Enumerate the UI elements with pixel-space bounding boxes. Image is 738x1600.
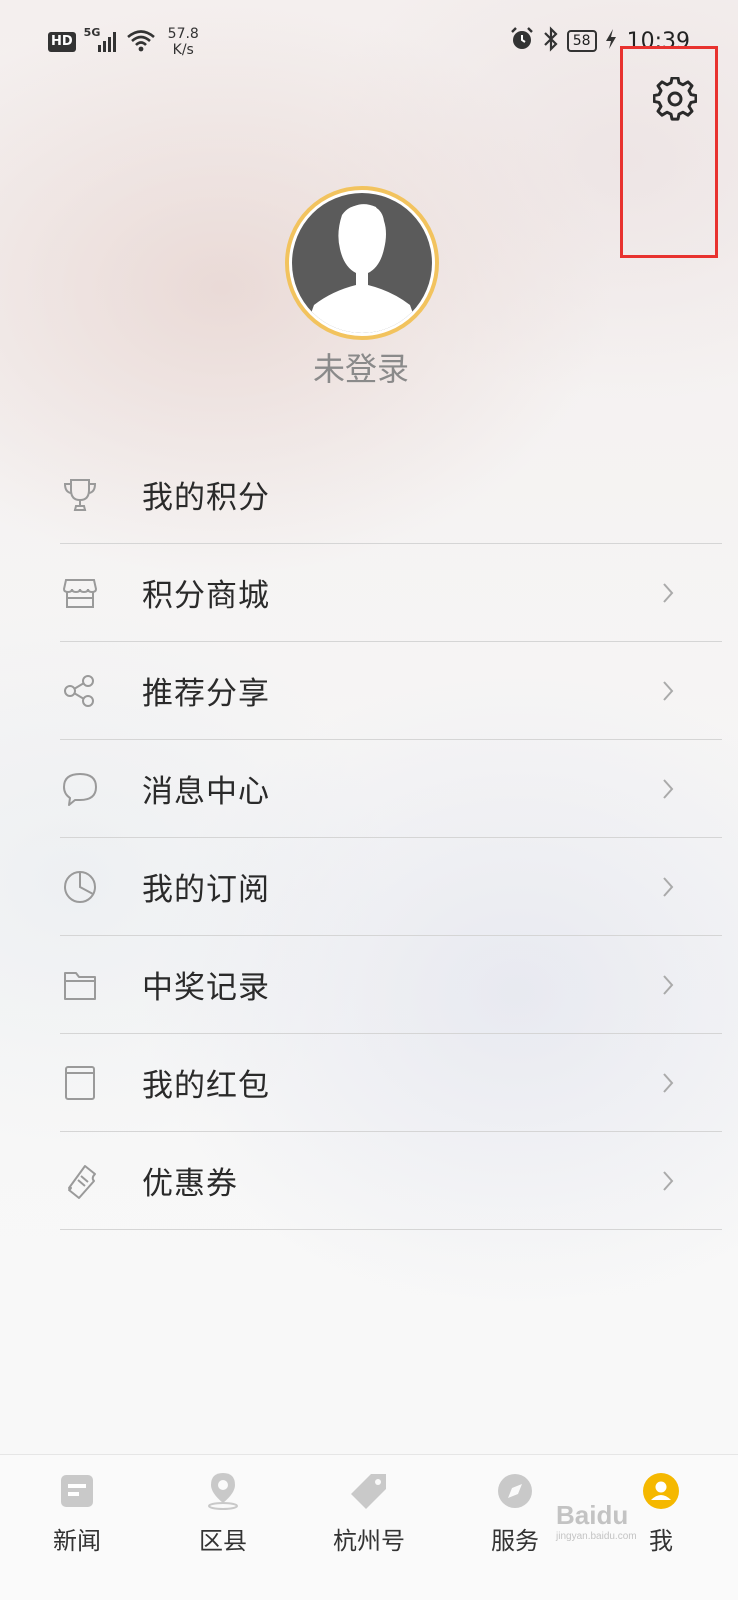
user-icon: [641, 1471, 681, 1511]
chevron-right-icon: [656, 973, 680, 997]
pie-chart-icon: [60, 867, 100, 907]
default-avatar-icon: [292, 193, 432, 333]
menu-item-points-mall[interactable]: 积分商城: [60, 544, 722, 642]
bottom-tab-bar: 新闻 区县 杭州号 服务 我: [0, 1454, 738, 1600]
tab-label: 杭州号: [333, 1527, 405, 1555]
menu-item-label: 我的订阅: [142, 872, 270, 908]
menu-item-coupons[interactable]: 优惠券: [60, 1132, 722, 1230]
menu-item-red-envelope[interactable]: 我的红包: [60, 1034, 722, 1132]
chevron-right-icon: [656, 777, 680, 801]
share-icon: [60, 671, 100, 711]
tab-label: 新闻: [53, 1527, 101, 1555]
menu-item-messages[interactable]: 消息中心: [60, 740, 722, 838]
tab-label: 区县: [199, 1527, 247, 1555]
bluetooth-icon: [543, 26, 559, 56]
hd-badge: HD: [48, 32, 76, 52]
location-pin-icon: [203, 1471, 243, 1511]
menu-item-share[interactable]: 推荐分享: [60, 642, 722, 740]
menu-item-label: 中奖记录: [142, 970, 270, 1006]
menu-item-subscriptions[interactable]: 我的订阅: [60, 838, 722, 936]
status-time: 10:39: [626, 28, 690, 54]
login-status[interactable]: 未登录: [0, 344, 722, 390]
battery-indicator: 58: [566, 30, 597, 52]
store-icon: [60, 573, 100, 613]
gear-icon: [653, 77, 697, 121]
tab-districts[interactable]: 区县: [163, 1455, 283, 1600]
tab-hangzhou-account[interactable]: 杭州号: [309, 1455, 429, 1600]
tab-services[interactable]: 服务: [455, 1455, 575, 1600]
chevron-right-icon: [656, 679, 680, 703]
menu-item-prize-records[interactable]: 中奖记录: [60, 936, 722, 1034]
tab-news[interactable]: 新闻: [17, 1455, 137, 1600]
menu-item-label: 优惠券: [142, 1166, 238, 1202]
compass-icon: [495, 1471, 535, 1511]
chevron-right-icon: [656, 1169, 680, 1193]
menu-item-points[interactable]: 我的积分: [60, 446, 722, 544]
status-left: HD 5G 57.8 K/s: [48, 26, 199, 58]
coupon-icon: [60, 1161, 100, 1201]
profile-menu: 我的积分 积分商城 推荐分享 消息中心 我的订阅 中奖记录 我的红包 优惠券: [60, 446, 722, 1230]
signal-icon: 5G: [84, 26, 118, 54]
speed-unit: K/s: [172, 42, 194, 58]
network-speed: 57.8 K/s: [168, 26, 199, 58]
settings-button[interactable]: [652, 76, 698, 122]
chevron-right-icon: [656, 581, 680, 605]
tag-icon: [349, 1471, 389, 1511]
menu-item-label: 消息中心: [142, 774, 270, 810]
wifi-icon: [126, 28, 156, 56]
menu-item-label: 积分商城: [142, 578, 270, 614]
tab-me[interactable]: 我: [601, 1455, 721, 1600]
status-bar: HD 5G 57.8 K/s 58 10:39: [0, 0, 738, 84]
tab-label: 我: [649, 1527, 673, 1555]
folder-icon: [60, 965, 100, 1005]
tab-label: 服务: [491, 1527, 539, 1555]
chevron-right-icon: [656, 1071, 680, 1095]
red-envelope-icon: [60, 1063, 100, 1103]
trophy-icon: [60, 475, 100, 515]
charging-icon: [605, 28, 617, 54]
status-right: 58 10:39: [509, 26, 690, 56]
chat-bubble-icon: [60, 769, 100, 809]
alarm-icon: [509, 26, 535, 56]
menu-item-label: 我的红包: [142, 1068, 270, 1104]
news-icon: [57, 1471, 97, 1511]
menu-item-label: 我的积分: [142, 480, 270, 516]
avatar[interactable]: [285, 186, 439, 340]
menu-item-label: 推荐分享: [142, 676, 270, 712]
speed-value: 57.8: [167, 26, 199, 42]
chevron-right-icon: [656, 875, 680, 899]
